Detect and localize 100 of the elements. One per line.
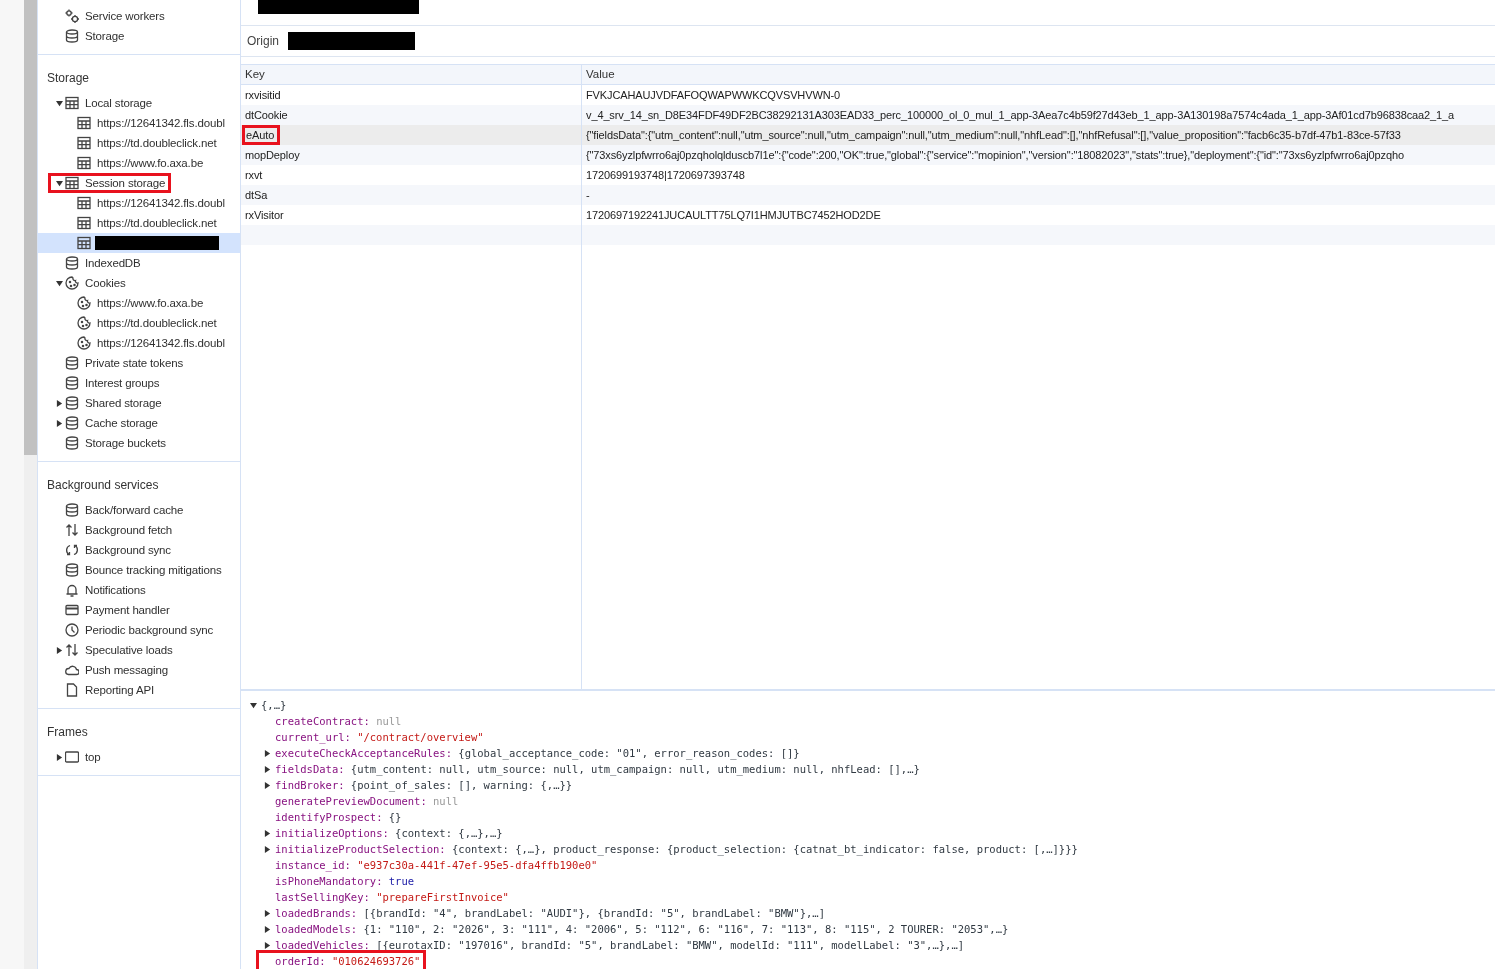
- table-cell[interactable]: dtCookie: [241, 105, 581, 125]
- document-icon: [65, 683, 79, 697]
- sidebar-item[interactable]: https://12641342.fls.doubl: [38, 113, 240, 133]
- scrollbar-thumb[interactable]: [24, 0, 37, 455]
- sidebar-item[interactable]: Local storage: [38, 93, 240, 113]
- item-label: https://12641342.fls.doubl: [97, 337, 225, 349]
- caret-icon[interactable]: [264, 909, 271, 917]
- caret-icon[interactable]: [56, 753, 63, 761]
- sidebar-item[interactable]: Interest groups: [38, 373, 240, 393]
- key-text: dtCookie: [245, 109, 288, 121]
- sidebar-item[interactable]: https://12641342.fls.doubl: [38, 333, 240, 353]
- clock-icon: [65, 623, 79, 637]
- sidebar-item[interactable]: Cookies: [38, 273, 240, 293]
- item-label: https://td.doubleclick.net: [97, 217, 217, 229]
- column-header[interactable]: Key: [241, 65, 581, 85]
- sidebar-item[interactable]: Bounce tracking mitigations: [38, 560, 240, 580]
- section-heading: Background services: [46, 477, 160, 494]
- sidebar-item[interactable]: Service workers: [38, 6, 240, 26]
- database-icon: [65, 436, 79, 450]
- sidebar-item[interactable]: https://td.doubleclick.net: [38, 133, 240, 153]
- item-label: Background fetch: [85, 524, 173, 536]
- caret-icon[interactable]: [56, 179, 63, 187]
- item-label: Storage buckets: [85, 437, 166, 449]
- item-label: Interest groups: [85, 377, 160, 389]
- sidebar-item[interactable]: IndexedDB: [38, 253, 240, 273]
- caret-icon[interactable]: [250, 701, 257, 709]
- sidebar-item[interactable]: top: [38, 747, 240, 767]
- sidebar-item[interactable]: https://td.doubleclick.net: [38, 313, 240, 333]
- item-label: Background sync: [85, 544, 171, 556]
- sidebar-item[interactable]: https://td.doubleclick.net: [38, 213, 240, 233]
- item-label: https://td.doubleclick.net: [97, 137, 217, 149]
- item-label: Speculative loads: [85, 644, 173, 656]
- caret-icon[interactable]: [264, 781, 271, 789]
- sync-icon: [65, 543, 79, 557]
- sidebar-item[interactable]: Back/forward cache: [38, 500, 240, 520]
- object-preview[interactable]: {,…}: [261, 699, 287, 711]
- caret-icon[interactable]: [56, 419, 63, 427]
- cookie-icon: [77, 316, 91, 330]
- property-name: isPhoneMandatory:: [275, 875, 383, 887]
- caret-icon[interactable]: [264, 765, 271, 773]
- caret-icon[interactable]: [264, 845, 271, 853]
- table-icon: [65, 176, 79, 190]
- sidebar-item[interactable]: Speculative loads: [38, 640, 240, 660]
- property-name: loadedBrands:: [275, 907, 358, 919]
- table-cell[interactable]: v_4_srv_14_sn_D8E34FDF49DF2BC38292131A303EAD33_perc_100000_ol_0_mul_1_app-3Aea7c4b59f27d43eb_1_app-3A130198a7574c4ada_1_app-3Af01cd7b96838caa2_1_a: [582, 105, 1495, 125]
- sidebar-item[interactable]: Push messaging: [38, 660, 240, 680]
- caret-icon[interactable]: [264, 829, 271, 837]
- database-icon: [65, 29, 79, 43]
- table-cell[interactable]: dtSa: [241, 185, 581, 205]
- table-cell[interactable]: -: [582, 185, 1495, 205]
- sidebar-item[interactable]: Session storage: [38, 173, 240, 193]
- sidebar-item[interactable]: Background fetch: [38, 520, 240, 540]
- item-label: IndexedDB: [85, 257, 141, 269]
- caret-icon[interactable]: [264, 749, 271, 757]
- sidebar-item[interactable]: Background sync: [38, 540, 240, 560]
- property-name: loadedVehicles:: [275, 939, 370, 951]
- caret-icon[interactable]: [56, 99, 63, 107]
- caret-icon[interactable]: [56, 279, 63, 287]
- property-name: initializeOptions:: [275, 827, 389, 839]
- key-text: rxvt: [245, 169, 263, 181]
- sidebar-item[interactable]: Private state tokens: [38, 353, 240, 373]
- table-cell[interactable]: {"fieldsData":{"utm_content":null,"utm_source":null,"utm_campaign":null,"utm_medium":null,"nhfLead":[],"nhfRefusal":[],"value_proposition":"facb6c35-b7df-47b1-83ce-57f33: [582, 125, 1495, 145]
- cookie-icon: [65, 276, 79, 290]
- table-cell[interactable]: mopDeploy: [241, 145, 581, 165]
- sidebar-item[interactable]: https://www.fo.axa.be: [38, 153, 240, 173]
- table-cell[interactable]: eAuto: [241, 125, 581, 145]
- caret-icon[interactable]: [264, 941, 271, 949]
- item-label: https://12641342.fls.doubl: [97, 117, 225, 129]
- column-header[interactable]: Value: [582, 65, 1495, 85]
- property-name: findBroker:: [275, 779, 345, 791]
- sidebar-item[interactable]: Periodic background sync: [38, 620, 240, 640]
- item-label: Shared storage: [85, 397, 162, 409]
- property-name: instance_id:: [275, 859, 351, 871]
- property-value: "e937c30a-441f-47ef-95e5-dfa4ffb190e0": [357, 859, 598, 871]
- sidebar-item[interactable]: Storage buckets: [38, 433, 240, 453]
- value-text: 1720697192241JUCAULTT75LQ7I1HMJUTBC7452HOD2DE: [586, 209, 881, 221]
- table-cell[interactable]: {"73xs6yzlpfwrro6aj0pzqholqlduscb7l1e":{"code":200,"OK":true,"global":{"service":"mopinion","version":"18082023","stats":true},"deployment":{"id":"73xs6yzlpfwrro6aj0pzqho: [582, 145, 1495, 165]
- property-name: fieldsData:: [275, 763, 345, 775]
- property-value: [{brandId: "4", brandLabel: "AUDI"}, {brandId: "5", brandLabel: "BMW"},…]: [363, 907, 825, 919]
- item-label: https://www.fo.axa.be: [97, 297, 204, 309]
- sidebar-item[interactable]: Payment handler: [38, 600, 240, 620]
- sidebar-item[interactable]: https://12641342.fls.doubl: [38, 193, 240, 213]
- sidebar-item[interactable]: Shared storage: [38, 393, 240, 413]
- sidebar-item[interactable]: https://www.fo.axa.be: [38, 293, 240, 313]
- database-icon: [65, 503, 79, 517]
- table-icon: [77, 236, 91, 250]
- database-icon: [65, 356, 79, 370]
- sidebar-item[interactable]: Notifications: [38, 580, 240, 600]
- property-name: orderId:: [275, 955, 326, 967]
- sidebar-item[interactable]: Storage: [38, 26, 240, 46]
- caret-icon[interactable]: [56, 399, 63, 407]
- property-name: createContract:: [275, 715, 370, 727]
- sidebar-item[interactable]: Cache storage: [38, 413, 240, 433]
- caret-icon[interactable]: [56, 646, 63, 654]
- caret-icon[interactable]: [264, 925, 271, 933]
- sidebar-item[interactable]: [38, 233, 240, 253]
- property-name: current_url:: [275, 731, 351, 743]
- sidebar-item[interactable]: Reporting API: [38, 680, 240, 700]
- item-label: Cache storage: [85, 417, 158, 429]
- item-label: https://td.doubleclick.net: [97, 317, 217, 329]
